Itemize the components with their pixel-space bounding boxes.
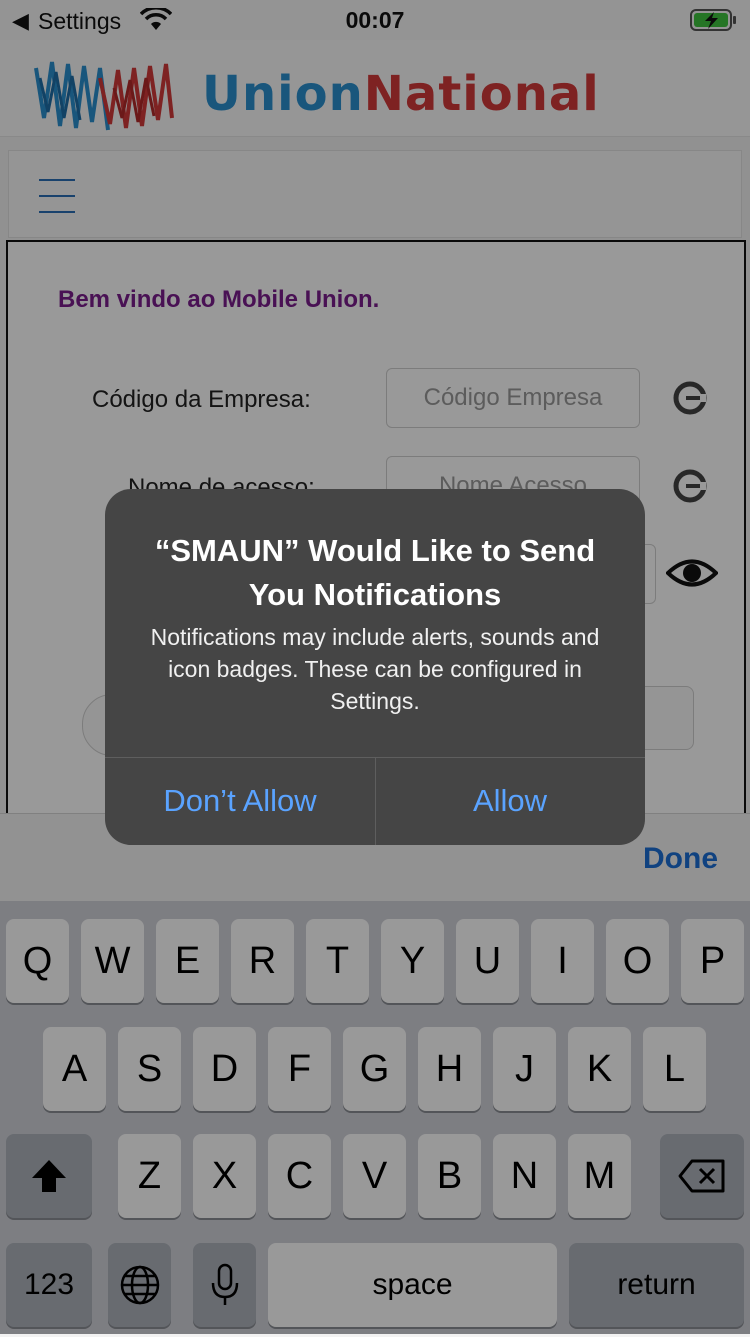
alert-title: “SMAUN” Would Like to Send You Notificat… [154,533,596,612]
dont-allow-button[interactable]: Don’t Allow [105,757,375,845]
alert-message: Notifications may include alerts, sounds… [150,624,600,714]
allow-button[interactable]: Allow [375,757,645,845]
notification-permission-alert: “SMAUN” Would Like to Send You Notificat… [105,489,645,845]
